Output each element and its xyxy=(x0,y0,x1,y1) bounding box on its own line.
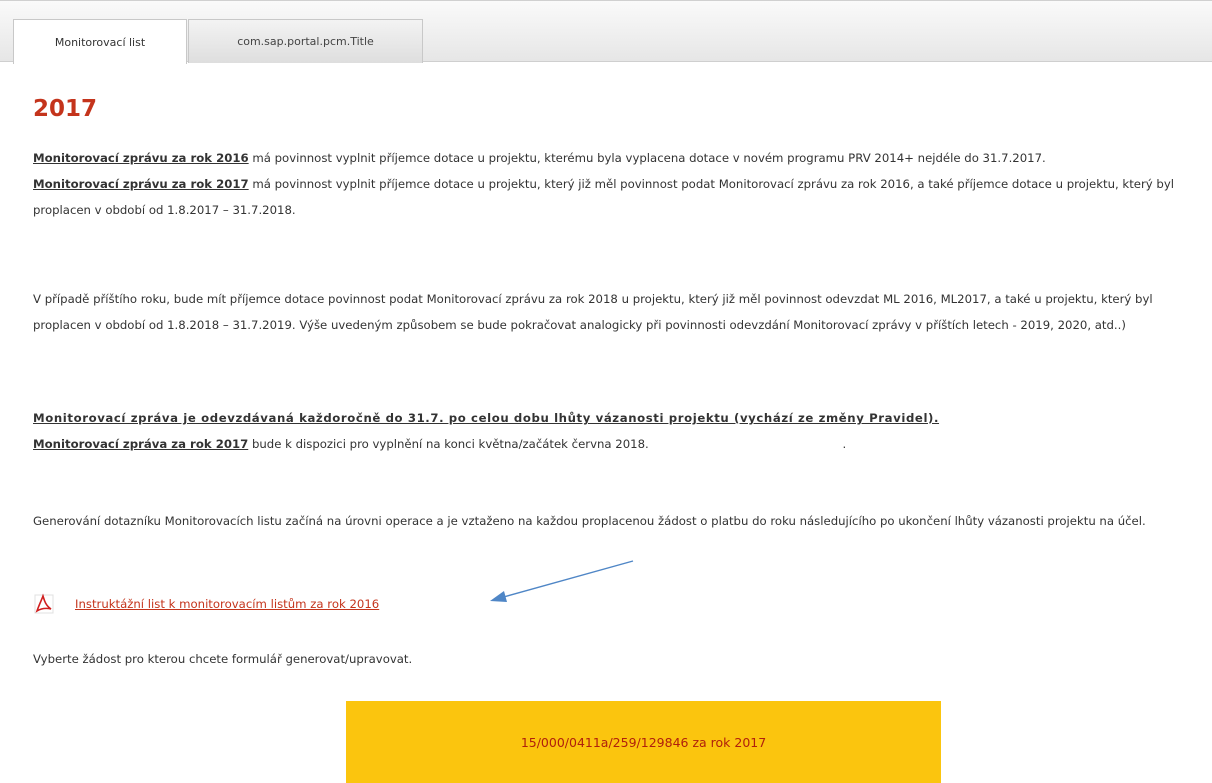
pdf-download-row: Instruktážní list k monitorovacím listům… xyxy=(33,584,379,624)
bold-phrase: Monitorovací zprávu za rok 2016 xyxy=(33,151,249,165)
tab-monitorovaci-list[interactable]: Monitorovací list xyxy=(13,19,187,64)
paragraph-annual-duty: Monitorovací zpráva je odevzdávaná každo… xyxy=(33,405,1203,457)
bold-phrase: Monitorovací zprávu za rok 2017 xyxy=(33,177,249,191)
tab-label: com.sap.portal.pcm.Title xyxy=(237,35,374,48)
stray-dot: . xyxy=(842,437,847,451)
bold-phrase: Monitorovací zpráva za rok 2017 xyxy=(33,437,249,451)
paragraph-text: má povinnost vyplnit příjemce dotace u p… xyxy=(248,151,1046,165)
tab-pcm-title[interactable]: com.sap.portal.pcm.Title xyxy=(188,19,423,63)
application-button-label: 15/000/0411a/259/129846 za rok 2017 xyxy=(520,734,767,750)
page-title: 2017 xyxy=(33,96,98,122)
paragraph-generation: Generování dotazníku Monitorovacích list… xyxy=(33,514,1146,528)
paragraph-text: bude k dispozici pro vyplnění na konci k… xyxy=(248,437,649,451)
paragraph-next-year: V případě příštího roku, bude mít příjem… xyxy=(33,292,1153,332)
application-select-button[interactable]: 15/000/0411a/259/129846 za rok 2017 xyxy=(346,701,941,783)
bold-phrase: Monitorovací zpráva je odevzdávaná každo… xyxy=(33,411,940,425)
tab-bar: Monitorovací list com.sap.portal.pcm.Tit… xyxy=(0,0,1212,64)
annotation-arrow xyxy=(490,560,634,602)
paragraph-report-2016: Monitorovací zprávu za rok 2016 má povin… xyxy=(33,145,1203,223)
pdf-icon xyxy=(34,593,54,614)
tab-label: Monitorovací list xyxy=(54,35,146,49)
pdf-instruction-link[interactable]: Instruktážní list k monitorovacím listům… xyxy=(75,597,379,611)
select-instruction: Vyberte žádost pro kterou chcete formulá… xyxy=(33,652,413,666)
